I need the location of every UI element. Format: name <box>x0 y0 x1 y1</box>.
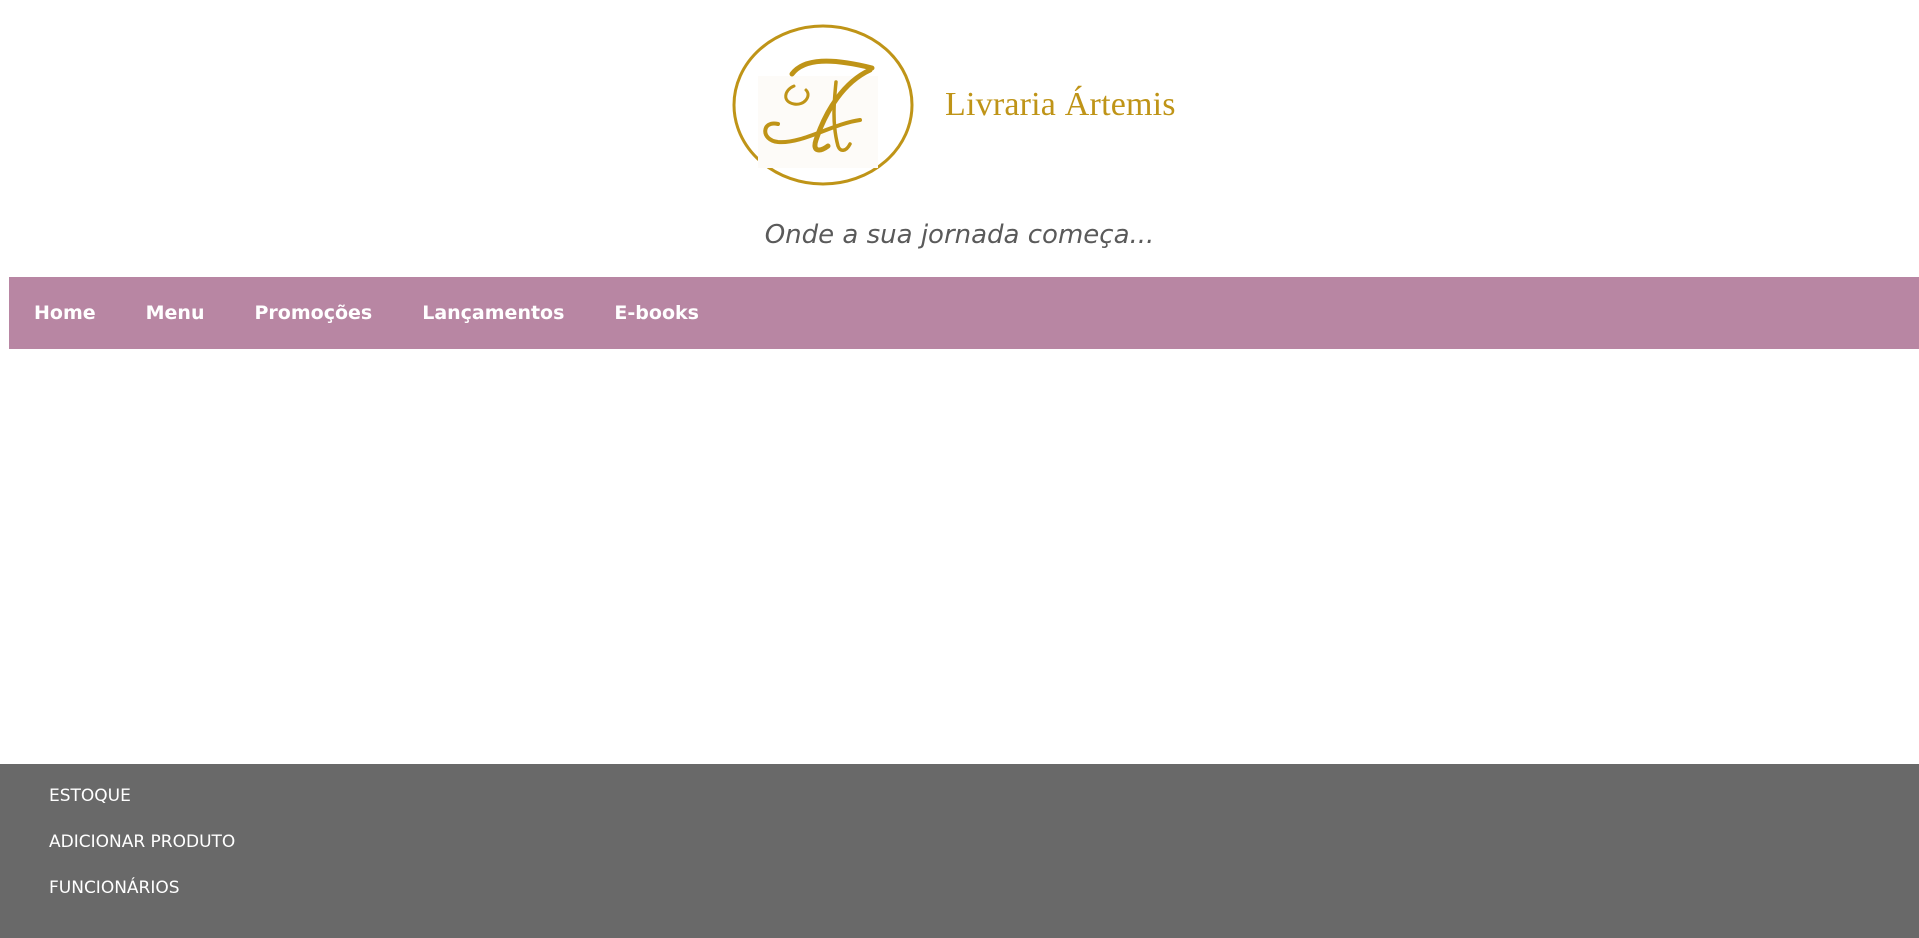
page: Livraria Ártemis Onde a sua jornada come… <box>0 0 1919 938</box>
tagline: Onde a sua jornada começa... <box>764 220 1155 250</box>
nav-item-ebooks[interactable]: E-books <box>614 302 699 324</box>
monogram-a-logo <box>732 24 914 186</box>
site-header: Livraria Ártemis Onde a sua jornada come… <box>0 0 1919 276</box>
nav-item-promocoes[interactable]: Promoções <box>255 302 373 324</box>
footer-link-funcionarios[interactable]: FUNCIONÁRIOS <box>49 878 180 898</box>
brand-name: Livraria Ártemis <box>945 86 1176 123</box>
nav-item-home[interactable]: Home <box>34 302 96 324</box>
site-footer: ESTOQUE ADICIONAR PRODUTO FUNCIONÁRIOS <box>0 764 1919 938</box>
main-navbar: Home Menu Promoções Lançamentos E-books <box>9 277 1919 349</box>
footer-link-adicionar-produto[interactable]: ADICIONAR PRODUTO <box>49 832 235 852</box>
nav-item-menu[interactable]: Menu <box>146 302 205 324</box>
footer-link-estoque[interactable]: ESTOQUE <box>49 786 131 806</box>
nav-item-lancamentos[interactable]: Lançamentos <box>422 302 564 324</box>
